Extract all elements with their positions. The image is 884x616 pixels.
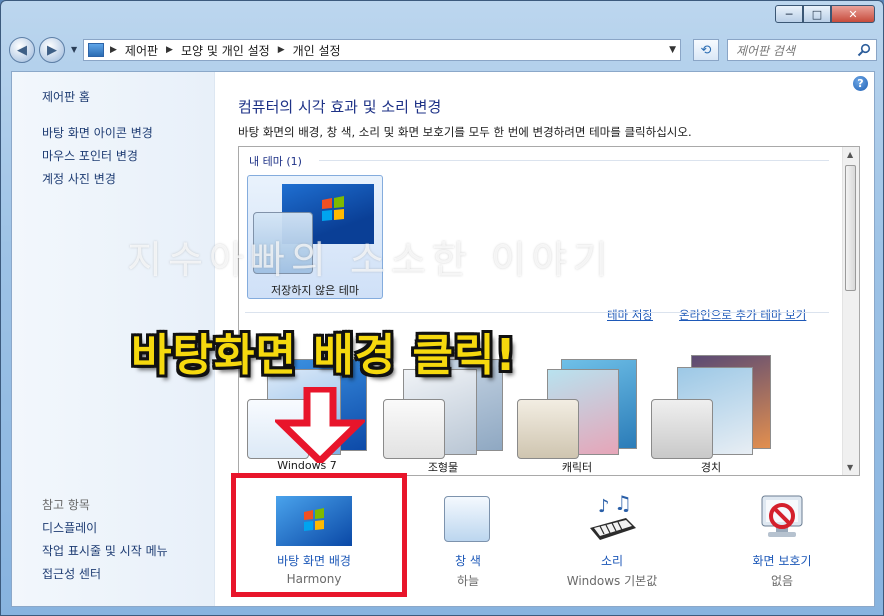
sounds-button[interactable]: ♪ ♫ 소리 Windows 기본값 <box>542 490 682 590</box>
red-down-arrow-icon <box>275 387 365 463</box>
window-color-button[interactable]: 창 색 하늘 <box>398 490 538 590</box>
watermark-text: 지수아빠의 소소한 이야기 <box>127 238 614 282</box>
maximize-button[interactable]: □ <box>803 5 831 23</box>
online-themes-link[interactable]: 온라인으로 추가 테마 보기 <box>679 307 806 323</box>
annotation-text: 바탕화면 배경 클릭! <box>131 330 517 381</box>
see-also-heading: 참고 항목 <box>42 498 90 512</box>
scroll-up-icon[interactable]: ▲ <box>847 150 853 159</box>
theme-gallery-scrollbar[interactable]: ▲ ▼ <box>842 147 859 475</box>
close-button[interactable]: ✕ <box>831 5 875 23</box>
svg-text:♪: ♪ <box>598 496 610 517</box>
screensaver-button[interactable]: 화면 보호기 없음 <box>712 490 852 590</box>
screensaver-label: 화면 보호기 <box>752 554 812 568</box>
my-themes-header: 내 테마 (1) <box>249 155 302 168</box>
sidebar-item-desktop-icons[interactable]: 바탕 화면 아이콘 변경 <box>42 124 153 141</box>
theme-name: 캐릭터 <box>561 461 593 474</box>
window-color-icon <box>444 496 490 542</box>
breadcrumb-control-panel[interactable]: 제어판 <box>125 42 158 59</box>
section-divider <box>245 312 829 313</box>
theme-color-swatch <box>651 399 713 459</box>
svg-text:♫: ♫ <box>614 492 632 515</box>
scroll-thumb[interactable] <box>845 165 856 291</box>
recent-pages-dropdown-icon[interactable]: ▼ <box>71 45 77 54</box>
breadcrumb-separator-icon[interactable]: ▶ <box>166 45 173 55</box>
refresh-icon: ⟲ <box>700 42 712 58</box>
help-icon[interactable]: ? <box>853 76 868 91</box>
breadcrumb-personalization[interactable]: 개인 설정 <box>293 42 341 59</box>
scroll-down-icon[interactable]: ▼ <box>847 463 853 472</box>
sidebar-item-display[interactable]: 디스플레이 <box>42 519 97 536</box>
window-color-label: 창 색 <box>455 554 481 568</box>
sounds-icon: ♪ ♫ <box>590 492 636 540</box>
highlight-box <box>231 473 407 597</box>
address-bar[interactable]: ▶ 제어판 ▶ 모양 및 개인 설정 ▶ 개인 설정 ▼ <box>83 39 681 61</box>
sidebar-item-mouse-pointers[interactable]: 마우스 포인터 변경 <box>42 147 138 164</box>
sounds-value: Windows 기본값 <box>566 574 658 588</box>
page-title: 컴퓨터의 시각 효과 및 소리 변경 <box>238 98 442 116</box>
section-divider <box>319 160 829 161</box>
search-box[interactable] <box>727 39 877 61</box>
page-description: 바탕 화면의 배경, 창 색, 소리 및 화면 보호기를 모두 한 번에 변경하… <box>238 125 692 139</box>
address-dropdown-icon[interactable]: ▼ <box>669 45 676 55</box>
window-color-value: 하늘 <box>456 574 480 588</box>
navigation-bar: ◀ ▶ ▼ ▶ 제어판 ▶ 모양 및 개인 설정 ▶ 개인 설정 ▼ ⟲ <box>9 37 877 65</box>
breadcrumb-appearance[interactable]: 모양 및 개인 설정 <box>181 42 270 59</box>
theme-color-swatch <box>383 399 445 459</box>
sidebar-item-taskbar-start-menu[interactable]: 작업 표시줄 및 시작 메뉴 <box>42 542 168 559</box>
search-icon[interactable] <box>857 43 871 57</box>
sounds-label: 소리 <box>600 554 624 568</box>
forward-button[interactable]: ▶ <box>39 37 65 63</box>
theme-color-swatch <box>517 399 579 459</box>
screensaver-value: 없음 <box>770 574 794 588</box>
personalization-window: ─ □ ✕ ◀ ▶ ▼ ▶ 제어판 ▶ 모양 및 개인 설정 ▶ 개인 설정 ▼… <box>0 0 884 616</box>
theme-landscapes[interactable]: 경치 <box>651 355 771 474</box>
theme-characters[interactable]: 캐릭터 <box>517 359 637 474</box>
sidebar-control-panel-home[interactable]: 제어판 홈 <box>42 88 90 105</box>
forward-arrow-icon: ▶ <box>47 42 57 58</box>
sidebar-item-ease-of-access[interactable]: 접근성 센터 <box>42 565 101 582</box>
screensaver-icon <box>761 495 803 537</box>
refresh-button[interactable]: ⟲ <box>693 39 719 61</box>
breadcrumb-separator-icon[interactable]: ▶ <box>110 45 117 55</box>
control-panel-icon <box>88 43 104 57</box>
caption-buttons: ─ □ ✕ <box>775 5 875 23</box>
theme-name: 경치 <box>700 461 722 474</box>
back-arrow-icon: ◀ <box>17 42 27 58</box>
save-theme-link[interactable]: 테마 저장 <box>607 307 653 323</box>
search-input[interactable] <box>734 41 856 61</box>
back-button[interactable]: ◀ <box>9 37 35 63</box>
minimize-button[interactable]: ─ <box>775 5 803 23</box>
breadcrumb-separator-icon[interactable]: ▶ <box>278 45 285 55</box>
sidebar-item-account-picture[interactable]: 계정 사진 변경 <box>42 170 116 187</box>
unsaved-theme-label: 저장하지 않은 테마 <box>271 284 359 297</box>
